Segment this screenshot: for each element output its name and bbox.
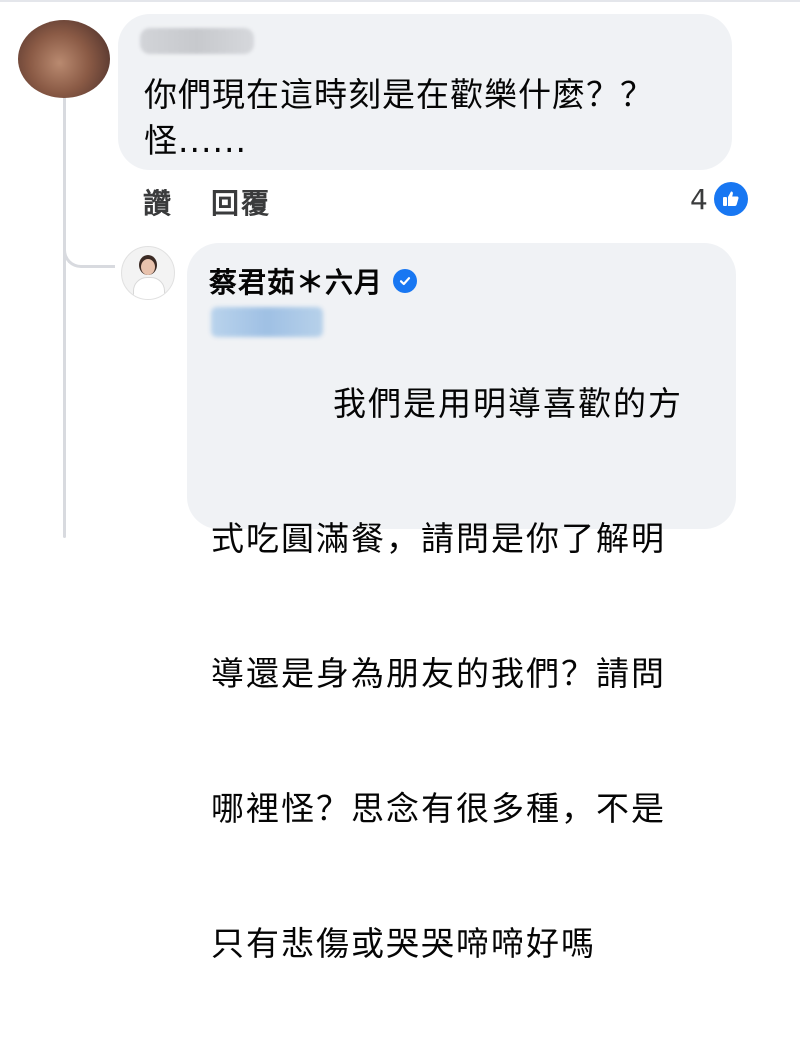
comment-text: 你們現在這時刻是在歡樂什麼？？ 怪...... <box>144 72 714 164</box>
like-button[interactable]: 讚 <box>143 182 173 222</box>
verified-check-icon <box>393 269 418 293</box>
top-divider <box>0 0 800 2</box>
comment-text-line: 怪...... <box>144 121 247 160</box>
reply-text-line: 哪裡怪？思念有很多種，不是 <box>211 789 666 828</box>
comment-bubble: 你們現在這時刻是在歡樂什麼？？ 怪...... <box>118 14 732 170</box>
reply-text: 我們是用明導喜歡的方 式吃圓滿餐，請問是你了解明 導還是身為朋友的我們？請問 哪… <box>211 291 721 1056</box>
avatar-body <box>133 277 165 299</box>
like-thumb-icon <box>713 182 748 216</box>
reply-text-line: 導還是身為朋友的我們？請問 <box>211 654 666 693</box>
comment-text-line: 你們現在這時刻是在歡樂什麼？？ <box>144 75 654 114</box>
reply-bubble: 蔡君茹＊六月 我們是用明導喜歡的方 式吃圓滿餐，請問是你了解明 導還是身為朋友的… <box>187 243 736 963</box>
reaction-summary[interactable]: 4 <box>690 182 748 216</box>
reply-text-line: 只有悲傷或哭哭啼啼好嗎 <box>211 924 596 963</box>
reply-author-avatar[interactable] <box>121 246 175 300</box>
avatar-face <box>141 259 155 275</box>
commenter-name-redacted[interactable] <box>140 28 254 54</box>
reply-text-segment: 我們是用明導喜歡的方 <box>333 384 683 423</box>
thread-connector <box>63 228 115 268</box>
reply-text-line: 式吃圓滿餐，請問是你了解明 <box>211 519 666 558</box>
reply-button[interactable]: 回覆 <box>211 182 271 222</box>
reply-text-line: 我們是用明導喜歡的方 <box>211 381 721 426</box>
reaction-count: 4 <box>690 182 708 216</box>
commenter-avatar[interactable] <box>18 20 110 98</box>
thread-line <box>63 95 66 538</box>
comment-actions: 讚 回覆 <box>143 180 271 224</box>
